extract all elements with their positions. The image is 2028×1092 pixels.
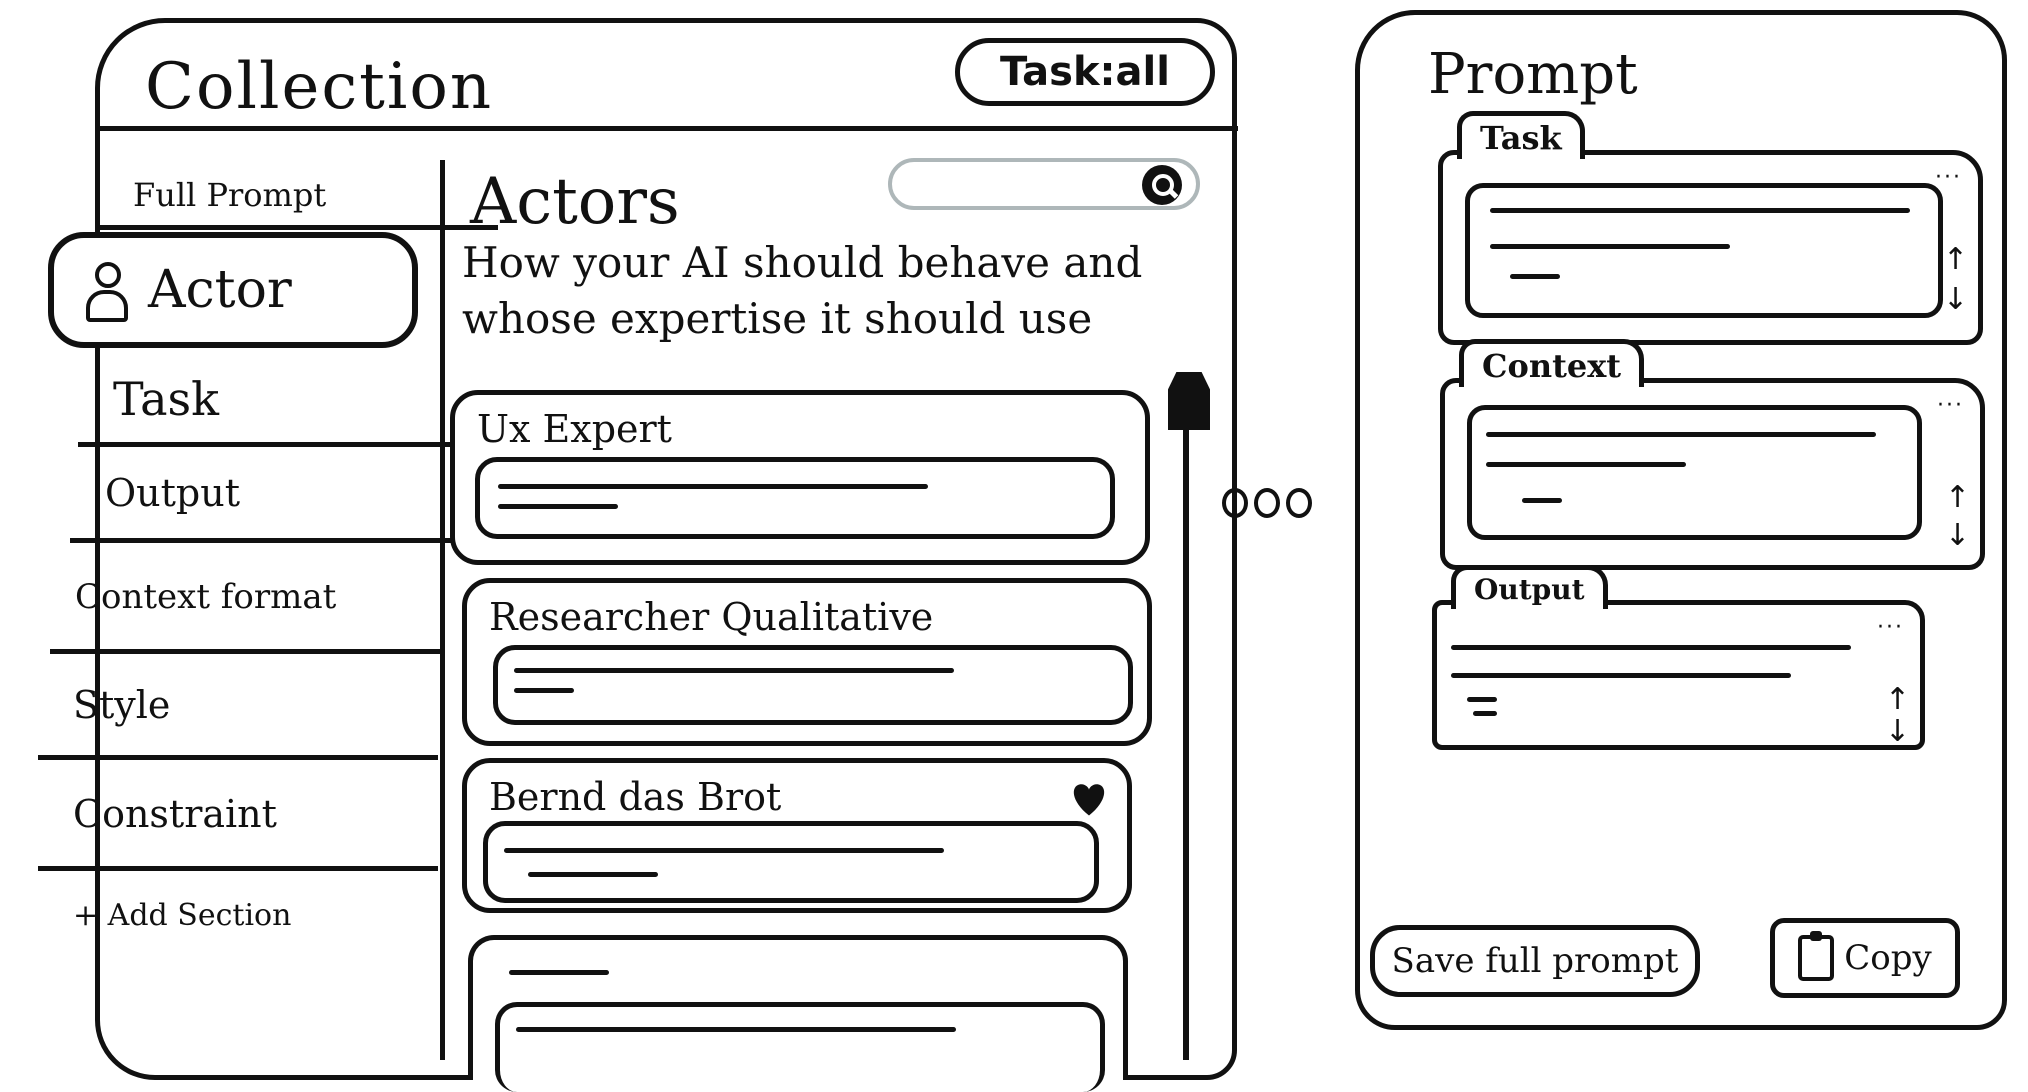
scroll-up-icon[interactable]: ↑	[1943, 245, 1968, 275]
header-divider	[98, 126, 1238, 131]
copy-button[interactable]: Copy	[1770, 918, 1960, 998]
nav-item-actor[interactable]: Actor	[48, 232, 418, 348]
actor-card-title: Ux Expert	[477, 407, 672, 451]
section-tab-label: Context	[1459, 339, 1645, 387]
nav-item-label: Task	[113, 371, 220, 426]
actors-description: How your AI should behave and whose expe…	[462, 238, 1143, 343]
actor-card-preview	[475, 457, 1115, 539]
prompt-section-output[interactable]: Output ··· ↑ ↓	[1432, 565, 1925, 750]
nav-item-label: Context format	[75, 576, 337, 617]
prompt-title: Prompt	[1428, 42, 1638, 107]
scroll-down-icon[interactable]: ↓	[1945, 521, 1970, 551]
add-section-button[interactable]: + Add Section	[38, 875, 438, 955]
actor-card-preview	[495, 1002, 1105, 1092]
clipboard-icon	[1798, 931, 1835, 981]
section-tab-label: Output	[1451, 565, 1608, 609]
scroll-up-icon[interactable]: ↑	[1945, 483, 1970, 513]
scroll-down-icon[interactable]: ↓	[1885, 717, 1910, 747]
actors-title: Actors	[470, 165, 680, 239]
nav-item-context-format[interactable]: Context format	[50, 544, 445, 654]
search-icon[interactable]	[1142, 165, 1182, 205]
more-dots-icon[interactable]	[1222, 488, 1312, 518]
actors-scrollbar[interactable]	[1183, 395, 1189, 1060]
nav-item-output[interactable]: Output	[70, 448, 470, 543]
scroll-down-icon[interactable]: ↓	[1943, 285, 1968, 315]
scroll-thumb[interactable]	[1168, 372, 1210, 430]
nav-item-label: Style	[73, 683, 171, 727]
scroll-up-icon[interactable]: ↑	[1885, 685, 1910, 715]
nav-item-label: Actor	[148, 260, 292, 320]
section-text-area[interactable]	[1467, 405, 1922, 540]
actor-card-title: Bernd das Brot	[489, 775, 782, 819]
section-tab-label: Task	[1457, 111, 1585, 159]
prompt-section-context[interactable]: Context ··· ↑ ↓	[1440, 339, 1985, 570]
nav-item-full-prompt[interactable]: Full Prompt	[98, 165, 498, 230]
nav-item-style[interactable]: Style	[38, 655, 438, 760]
search-field[interactable]	[888, 158, 1200, 210]
actor-card-title: Researcher Qualitative	[489, 595, 934, 639]
actor-card-ux-expert[interactable]: Ux Expert	[450, 390, 1150, 565]
actor-card-preview	[493, 645, 1133, 725]
search-input[interactable]	[906, 162, 1150, 204]
save-full-prompt-button[interactable]: Save full prompt	[1370, 925, 1700, 997]
nav-item-label: Constraint	[73, 791, 277, 836]
copy-button-label: Copy	[1844, 938, 1932, 978]
collection-title: Collection	[145, 50, 494, 124]
person-icon	[84, 260, 128, 322]
actor-card-empty[interactable]	[468, 935, 1128, 1092]
heart-icon[interactable]	[1067, 777, 1111, 821]
prompt-section-task[interactable]: Task ··· ↑ ↓	[1438, 111, 1983, 345]
nav-item-constraint[interactable]: Constraint	[38, 761, 438, 871]
nav-item-task[interactable]: Task	[78, 355, 478, 447]
nav-item-label: Output	[105, 471, 240, 515]
actor-card-preview	[483, 821, 1099, 903]
more-dots-icon[interactable]: ···	[1935, 165, 1962, 190]
task-filter-chip[interactable]: Task:all	[955, 38, 1215, 106]
actor-card-researcher[interactable]: Researcher Qualitative	[462, 578, 1152, 746]
nav-item-label: Full Prompt	[133, 176, 327, 214]
nav-item-label: + Add Section	[73, 897, 292, 933]
section-text-area[interactable]	[1465, 183, 1943, 318]
more-dots-icon[interactable]: ···	[1937, 393, 1964, 418]
more-dots-icon[interactable]: ···	[1877, 615, 1904, 640]
actor-card-bernd[interactable]: Bernd das Brot	[462, 758, 1132, 913]
